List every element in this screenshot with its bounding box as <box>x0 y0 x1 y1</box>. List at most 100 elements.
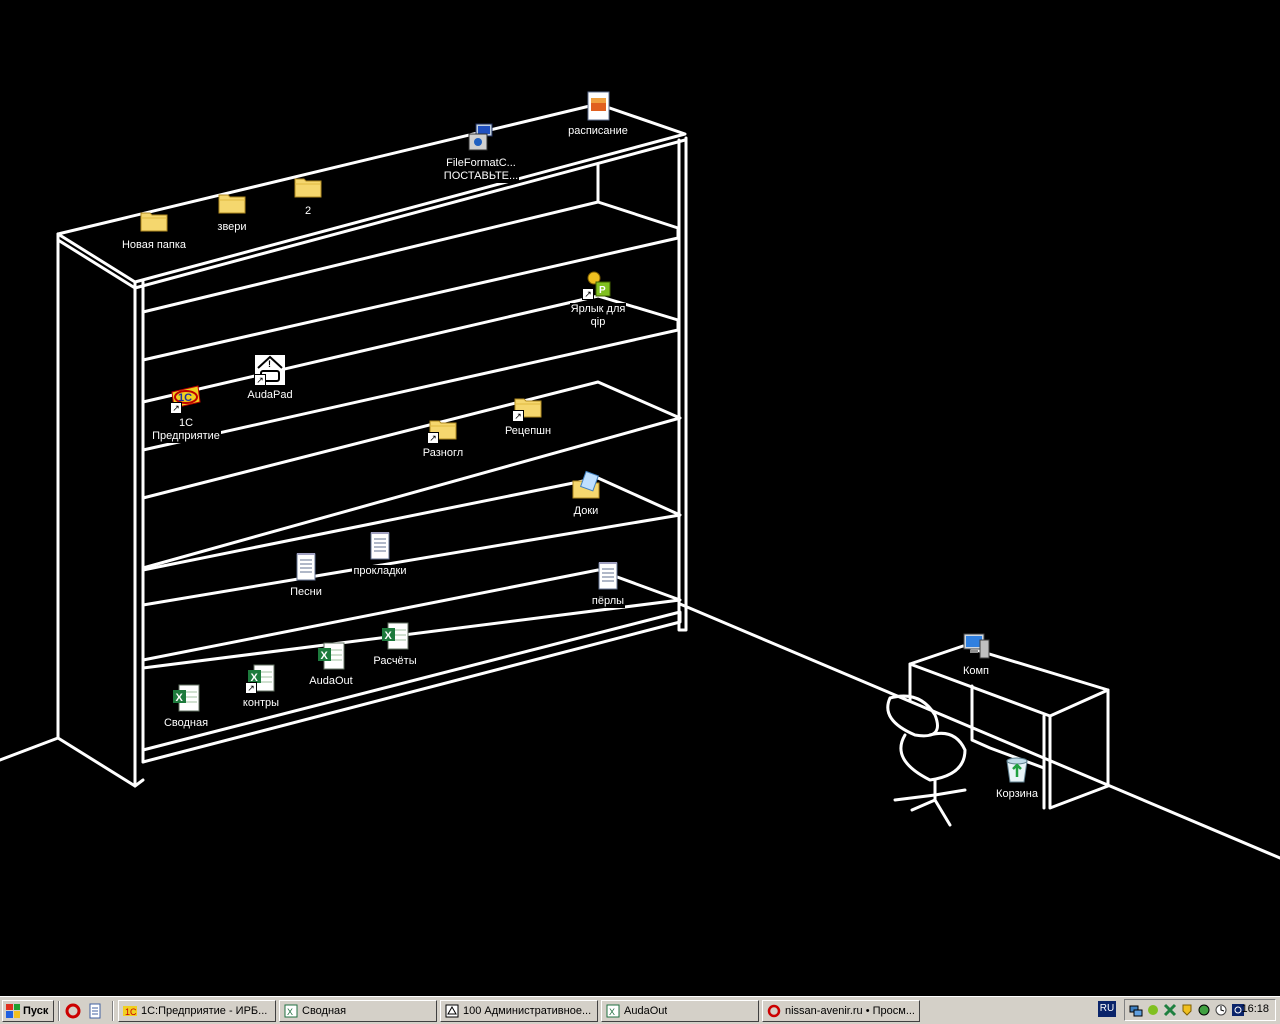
notepad-quicklaunch-icon[interactable] <box>86 1002 104 1020</box>
new-folder-icon[interactable]: Новая папка <box>111 204 197 252</box>
taskbar-separator <box>112 1000 114 1021</box>
desktop-icon-label: Ярлык для qip <box>569 303 627 329</box>
desktop-icon-label: AudaOut <box>308 675 354 688</box>
excel-icon: X <box>170 682 202 714</box>
my-computer-icon[interactable]: Комп <box>933 630 1019 678</box>
clock-tray-icon[interactable] <box>1214 1003 1228 1017</box>
taskbar-clock[interactable]: 16:18 <box>1241 1003 1269 1015</box>
desktop-icon-label: Разногл <box>421 447 465 460</box>
raznogl-folder-icon[interactable]: ↗ Разногл <box>400 412 486 460</box>
svg-text:!: ! <box>268 359 271 369</box>
network-tray-icon[interactable] <box>1129 1003 1143 1017</box>
shortcut-arrow-icon: ↗ <box>582 288 594 300</box>
desktop-icon-label: Новая папка <box>120 239 188 252</box>
songs-doc-icon[interactable]: Песни <box>263 551 349 599</box>
recycle-bin-icon[interactable]: Корзина <box>974 753 1060 801</box>
task-button-1c[interactable]: 1C 1С:Предприятие - ИРБ... <box>118 999 276 1022</box>
desktop-icon-label: Сводная <box>162 717 210 730</box>
1c-task-icon: 1C <box>123 1004 137 1018</box>
system-tray: 16:18 <box>1124 999 1276 1021</box>
docs-folder-icon[interactable]: Доки <box>543 470 629 518</box>
excel-icon: X <box>379 620 411 652</box>
qip-tray-icon[interactable] <box>1146 1003 1160 1017</box>
desktop-icon-label: 2 <box>303 205 313 218</box>
desktop-icon-label: расписание <box>567 125 629 138</box>
start-label: Пуск <box>23 1004 49 1017</box>
task-button-label: AudaOut <box>624 1004 668 1017</box>
folder-2-icon[interactable]: 2 <box>265 170 351 218</box>
security-tray-icon[interactable] <box>1180 1003 1194 1017</box>
1c-icon: 1C ↗ <box>170 382 202 414</box>
1c-enterprise-icon[interactable]: 1C ↗ 1С Предприятие <box>143 382 229 443</box>
folder-icon <box>138 204 170 236</box>
task-button-admin-document[interactable]: 100 Административное... <box>440 999 598 1022</box>
agent-tray-icon[interactable] <box>1163 1003 1177 1017</box>
desktop[interactable]: расписание FileFormatC... ПОСТАВЬТЕ... Нов… <box>0 0 1280 996</box>
svg-text:1C: 1C <box>125 1007 137 1017</box>
animals-folder-icon[interactable]: звери <box>189 186 275 234</box>
excel-task-icon: X <box>606 1004 620 1018</box>
qip-icon: P ↗ <box>582 268 614 300</box>
desktop-icon-label: AudaPad <box>246 389 294 402</box>
taskbar-separator <box>58 1000 60 1021</box>
task-button-summary[interactable]: X Сводная <box>279 999 437 1022</box>
schedule-icon[interactable]: расписание <box>555 90 641 138</box>
taskbar: Пуск 1C 1С:Предприятие - ИРБ... X Сводна… <box>0 996 1280 1024</box>
excel-task-icon: X <box>284 1004 298 1018</box>
shortcut-arrow-icon: ↗ <box>512 410 524 422</box>
task-button-label: 1С:Предприятие - ИРБ... <box>141 1004 268 1017</box>
folder-icon <box>292 170 324 202</box>
windows-flag-icon <box>6 1003 20 1018</box>
svg-text:P: P <box>599 285 606 296</box>
desktop-icon-label: Комп <box>961 665 991 678</box>
document-viewer-task-icon <box>445 1004 459 1018</box>
text-icon <box>592 560 624 592</box>
shortcut-arrow-icon: ↗ <box>245 682 257 694</box>
text-icon <box>290 551 322 583</box>
opera-task-icon <box>767 1004 781 1018</box>
desktop-icon-label: 1С Предприятие <box>151 417 221 443</box>
desktop-icon-label: Доки <box>572 505 600 518</box>
excel-icon: X <box>315 640 347 672</box>
fileformat-icon[interactable]: FileFormatC... ПОСТАВЬТЕ... <box>438 122 524 183</box>
task-button-label: 100 Административное... <box>463 1004 592 1017</box>
folder-icon: ↗ <box>427 412 459 444</box>
audapad-icon[interactable]: ! ↗ AudaPad <box>227 354 313 402</box>
reception-folder-icon[interactable]: ↗ Рецепшн <box>485 390 571 438</box>
qip-shortcut-icon[interactable]: P ↗ Ярлык для qip <box>555 268 641 329</box>
language-indicator[interactable]: RU <box>1098 1001 1116 1017</box>
shortcut-arrow-icon: ↗ <box>427 432 439 444</box>
desktop-icon-label: пёрлы <box>590 595 626 608</box>
task-button-label: nissan-avenir.ru • Просм... <box>785 1004 915 1017</box>
summary-excel-icon[interactable]: X Сводная <box>143 682 229 730</box>
computer-icon <box>960 630 992 662</box>
folder-icon <box>216 186 248 218</box>
desktop-icon-label: звери <box>216 221 248 234</box>
image-icon <box>582 90 614 122</box>
shortcut-arrow-icon: ↗ <box>170 402 182 414</box>
desktop-icon-label: Расчёты <box>372 655 418 668</box>
docs-icon <box>570 470 602 502</box>
desktop-icon-label: Корзина <box>995 788 1039 801</box>
desktop-icon-label: Рецепшн <box>503 425 553 438</box>
antivirus-tray-icon[interactable] <box>1197 1003 1211 1017</box>
opera-quicklaunch-icon[interactable] <box>64 1002 82 1020</box>
start-button[interactable]: Пуск <box>2 999 54 1022</box>
desktop-icon-label: Песни <box>289 586 323 599</box>
svg-text:X: X <box>176 692 184 704</box>
task-button-opera[interactable]: nissan-avenir.ru • Просм... <box>762 999 920 1022</box>
desktop-icon-label: FileFormatC... ПОСТАВЬТЕ... <box>442 157 520 183</box>
task-button-label: Сводная <box>302 1004 347 1017</box>
svg-text:X: X <box>287 1007 293 1017</box>
desktop-icon-label: прокладки <box>352 565 408 578</box>
svg-text:X: X <box>321 650 329 662</box>
contracts-excel-icon[interactable]: X ↗ контры <box>218 662 304 710</box>
task-button-audaout[interactable]: X AudaOut <box>601 999 759 1022</box>
folder-icon: ↗ <box>512 390 544 422</box>
recycle-icon <box>1001 753 1033 785</box>
desktop-icon-label: контры <box>241 697 281 710</box>
text-icon <box>364 530 396 562</box>
audapad-icon: ! ↗ <box>254 354 286 386</box>
gaskets-doc-icon[interactable]: прокладки <box>337 530 423 578</box>
pearls-doc-icon[interactable]: пёрлы <box>565 560 651 608</box>
